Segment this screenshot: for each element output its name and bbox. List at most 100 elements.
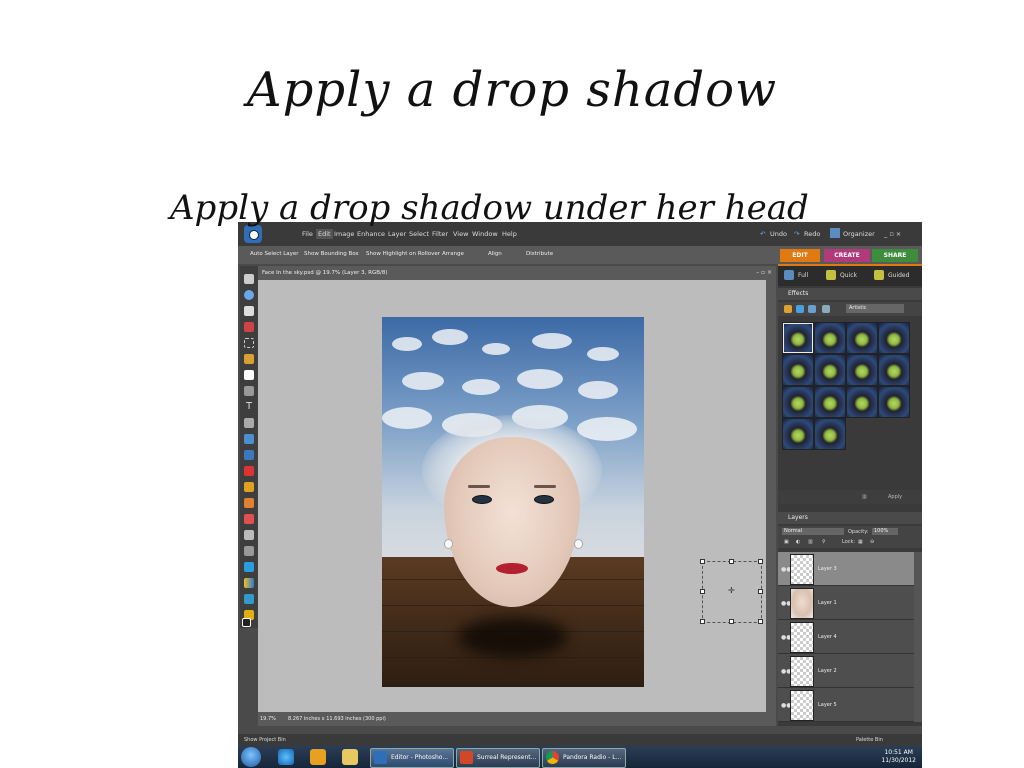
layer-row-3[interactable]: ●● Layer 3: [778, 552, 914, 586]
tab-share[interactable]: SHARE: [872, 249, 918, 262]
layers-panel-header[interactable]: Layers: [778, 512, 922, 524]
marquee-tool-icon[interactable]: [244, 338, 254, 348]
zoom-level[interactable]: 19.7%: [260, 716, 276, 722]
layer-row-4[interactable]: ●● Layer 4: [778, 620, 914, 654]
filters-icon[interactable]: [784, 305, 792, 313]
trash-icon[interactable]: ▥: [862, 494, 867, 500]
bbox-handle[interactable]: [758, 619, 763, 624]
menu-edit[interactable]: Edit: [316, 229, 333, 239]
eyedropper-tool-icon[interactable]: [244, 322, 254, 332]
arrange-button[interactable]: Arrange: [442, 251, 464, 257]
auto-select-layer-checkbox[interactable]: Auto Select Layer: [250, 251, 299, 257]
tab-edit[interactable]: EDIT: [780, 249, 820, 262]
window-controls[interactable]: _ ▫ ×: [884, 230, 901, 238]
effect-thumbnail[interactable]: [782, 354, 814, 386]
apply-button[interactable]: Apply: [888, 494, 902, 500]
new-layer-icon[interactable]: ▣: [784, 539, 789, 545]
healing-brush-tool-icon[interactable]: [244, 482, 254, 492]
mode-quick[interactable]: Quick: [840, 272, 857, 279]
adjustment-layer-icon[interactable]: ◐: [796, 539, 800, 545]
menu-select[interactable]: Select: [409, 230, 429, 238]
task-photoshop-editor[interactable]: Editor - Photosho...: [370, 748, 454, 768]
layer-row-1[interactable]: ●● Layer 1: [778, 586, 914, 620]
media-player-icon[interactable]: [310, 749, 326, 765]
task-chrome[interactable]: Pandora Radio - L...: [542, 748, 626, 768]
lock-transparency-icon[interactable]: ▦: [858, 539, 863, 545]
menu-file[interactable]: File: [302, 230, 313, 238]
link-layers-icon[interactable]: ⚲: [822, 539, 826, 545]
menu-enhance[interactable]: Enhance: [357, 230, 385, 238]
layer-styles-icon[interactable]: [796, 305, 804, 313]
paint-bucket-tool-icon[interactable]: [244, 562, 254, 572]
image-canvas[interactable]: [382, 317, 644, 687]
lasso-tool-icon[interactable]: [244, 354, 254, 364]
shape-tool-icon[interactable]: [244, 594, 254, 604]
bbox-handle[interactable]: [729, 619, 734, 624]
effects-category-select[interactable]: Artistic: [846, 304, 904, 313]
selection-brush-tool-icon[interactable]: [244, 386, 254, 396]
organizer-button[interactable]: Organizer: [843, 230, 875, 238]
hand-tool-icon[interactable]: [244, 306, 254, 316]
start-button-icon[interactable]: [241, 747, 261, 767]
layer-row-5[interactable]: ●● Layer 5: [778, 688, 914, 722]
distribute-button[interactable]: Distribute: [526, 251, 553, 257]
effect-thumbnail[interactable]: [814, 418, 846, 450]
menu-image[interactable]: Image: [334, 230, 354, 238]
effect-thumbnail[interactable]: [814, 354, 846, 386]
effects-panel-header[interactable]: Effects: [778, 288, 922, 300]
cookie-cutter-tool-icon[interactable]: [244, 434, 254, 444]
straighten-tool-icon[interactable]: [244, 450, 254, 460]
palette-bin-button[interactable]: Palette Bin: [856, 737, 883, 743]
vertical-scrollbar[interactable]: [766, 280, 776, 726]
brush-tool-icon[interactable]: [244, 530, 254, 540]
bbox-handle[interactable]: [700, 619, 705, 624]
task-powerpoint[interactable]: Surreal Represent...: [456, 748, 540, 768]
lock-all-icon[interactable]: ⊖: [870, 539, 874, 545]
effect-thumbnail[interactable]: [846, 386, 878, 418]
bbox-handle[interactable]: [758, 589, 763, 594]
opacity-input[interactable]: 100%: [872, 528, 898, 535]
show-highlight-checkbox[interactable]: Show Highlight on Rollover: [366, 251, 440, 257]
clone-stamp-tool-icon[interactable]: [244, 498, 254, 508]
photo-effects-icon[interactable]: [808, 305, 816, 313]
effect-thumbnail[interactable]: [782, 322, 814, 354]
menu-layer[interactable]: Layer: [388, 230, 406, 238]
foreground-color-swatch[interactable]: [242, 618, 251, 627]
blend-mode-select[interactable]: Normal: [782, 528, 844, 535]
align-button[interactable]: Align: [488, 251, 502, 257]
menu-help[interactable]: Help: [502, 230, 517, 238]
effect-thumbnail[interactable]: [814, 322, 846, 354]
effect-thumbnail[interactable]: [878, 322, 910, 354]
bbox-handle[interactable]: [729, 559, 734, 564]
smart-brush-tool-icon[interactable]: [244, 546, 254, 556]
effect-thumbnail[interactable]: [846, 354, 878, 386]
effect-thumbnail[interactable]: [814, 386, 846, 418]
mode-full[interactable]: Full: [798, 272, 808, 279]
layers-scrollbar[interactable]: [914, 552, 922, 722]
effect-thumbnail[interactable]: [782, 386, 814, 418]
bbox-handle[interactable]: [758, 559, 763, 564]
effect-thumbnail[interactable]: [846, 322, 878, 354]
menu-filter[interactable]: Filter: [432, 230, 448, 238]
zoom-tool-icon[interactable]: [244, 290, 254, 300]
type-tool-icon[interactable]: T: [244, 402, 254, 412]
bbox-handle[interactable]: [700, 559, 705, 564]
show-bounding-box-checkbox[interactable]: Show Bounding Box: [304, 251, 359, 257]
bbox-handle[interactable]: [700, 589, 705, 594]
effect-thumbnail[interactable]: [782, 418, 814, 450]
effect-thumbnail[interactable]: [878, 386, 910, 418]
effect-thumbnail[interactable]: [878, 354, 910, 386]
show-project-bin-button[interactable]: Show Project Bin: [244, 737, 286, 743]
gradient-tool-icon[interactable]: [244, 578, 254, 588]
eraser-tool-icon[interactable]: [244, 514, 254, 524]
file-explorer-icon[interactable]: [342, 749, 358, 765]
bounding-box[interactable]: ✛: [700, 559, 763, 624]
all-effects-icon[interactable]: [822, 305, 830, 313]
redo-button[interactable]: Redo: [804, 230, 820, 238]
magic-wand-tool-icon[interactable]: [244, 370, 254, 380]
layer-row-2[interactable]: ●● Layer 2: [778, 654, 914, 688]
delete-layer-icon[interactable]: ▥: [808, 539, 813, 545]
tab-create[interactable]: CREATE: [824, 249, 870, 262]
mode-guided[interactable]: Guided: [888, 272, 909, 279]
menu-view[interactable]: View: [453, 230, 468, 238]
